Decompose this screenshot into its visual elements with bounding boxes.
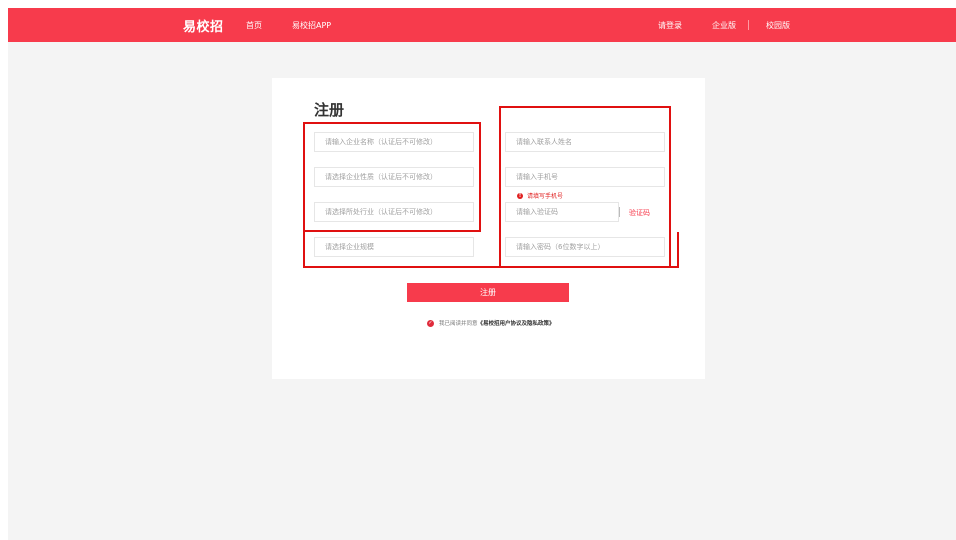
company-name-input[interactable] xyxy=(314,132,474,152)
nav-divider xyxy=(748,20,749,30)
phone-error-message: ! 请填写手机号 xyxy=(517,191,563,200)
register-card: 注册 ! 请填写手机号 验证码 注册 ✓ 我已阅读并同意《易校招用户协议及隐私政策》 xyxy=(272,78,705,379)
nav-app-link[interactable]: 易校招APP xyxy=(292,20,331,31)
register-button[interactable]: 注册 xyxy=(407,283,569,302)
check-icon[interactable]: ✓ xyxy=(427,320,434,327)
verification-code-input[interactable] xyxy=(505,202,619,222)
agreement-row: ✓ 我已阅读并同意《易校招用户协议及隐私政策》 xyxy=(427,319,555,327)
contact-name-input[interactable] xyxy=(505,132,665,152)
code-divider xyxy=(619,207,620,217)
phone-input[interactable] xyxy=(505,167,665,187)
page-background: 易校招 首页 易校招APP 请登录 企业版 校园版 注册 ! 请填写手机号 验证码… xyxy=(8,8,956,540)
company-nature-select[interactable] xyxy=(314,167,474,187)
agreement-prefix: 我已阅读并同意 xyxy=(439,321,478,327)
login-link[interactable]: 请登录 xyxy=(658,20,682,31)
password-input[interactable] xyxy=(505,237,665,257)
phone-error-text: 请填写手机号 xyxy=(527,193,564,200)
agreement-link[interactable]: 《易校招用户协议及隐私政策》 xyxy=(478,321,555,327)
industry-select[interactable] xyxy=(314,202,474,222)
get-code-button[interactable]: 验证码 xyxy=(629,208,650,218)
enterprise-edition-link[interactable]: 企业版 xyxy=(712,20,736,31)
company-scale-select[interactable] xyxy=(314,237,474,257)
error-icon: ! xyxy=(517,192,523,199)
top-navbar: 易校招 首页 易校招APP 请登录 企业版 校园版 xyxy=(8,8,956,42)
nav-home-link[interactable]: 首页 xyxy=(246,20,262,31)
form-title: 注册 xyxy=(314,101,345,119)
campus-edition-link[interactable]: 校园版 xyxy=(766,20,790,31)
brand-logo[interactable]: 易校招 xyxy=(183,16,224,35)
